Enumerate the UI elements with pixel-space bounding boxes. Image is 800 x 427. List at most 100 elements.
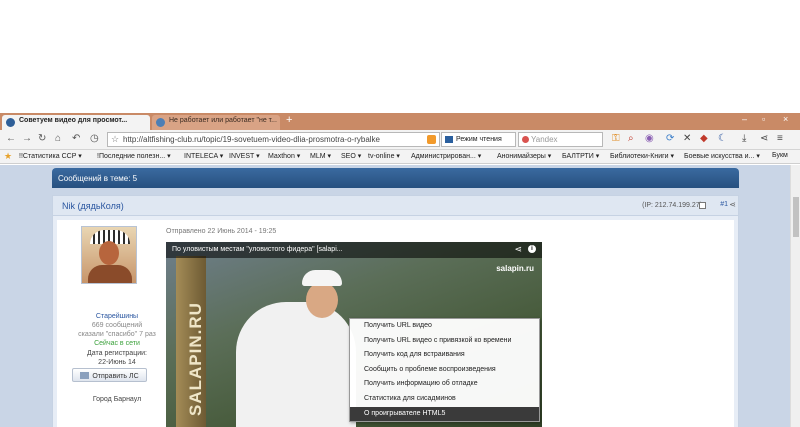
- post-select-checkbox[interactable]: [699, 202, 706, 209]
- bookmark-item[interactable]: !!Статистика CCP ▾: [19, 152, 82, 160]
- refresh-icon[interactable]: ⟳: [666, 133, 674, 144]
- back-icon[interactable]: ←: [6, 133, 16, 144]
- user-message-count: 669 сообщений: [91, 322, 143, 329]
- bookmark-item[interactable]: tv-online ▾: [368, 152, 400, 160]
- undo-icon[interactable]: ↶: [72, 133, 80, 144]
- send-pm-button[interactable]: Отправить ЛС: [72, 368, 147, 382]
- key-icon[interactable]: ⚿: [612, 133, 620, 144]
- bookmark-star-icon[interactable]: ☆: [111, 134, 119, 145]
- yandex-icon: [522, 136, 529, 143]
- browser-toolbar: ← → ↻ ⌂ ↶ ◷ ☆ http://altfishing-club.ru/…: [0, 130, 800, 150]
- video-banner-text: SALAPIN.RU: [186, 302, 205, 416]
- menu-item-copy-url-time[interactable]: Получить URL видео с привязкой ко времен…: [350, 334, 539, 349]
- video-player[interactable]: SALAPIN.RU По уловистым местам "уловисто…: [166, 242, 542, 427]
- reading-mode-button[interactable]: Режим чтения: [441, 132, 516, 147]
- address-bar[interactable]: ☆ http://altfishing-club.ru/topic/19-sov…: [107, 132, 440, 147]
- bookmarks-overflow[interactable]: Букм: [772, 152, 788, 159]
- tab-title: Советуем видео для просмот...: [19, 117, 128, 124]
- maximize-button[interactable]: ▫: [762, 114, 765, 124]
- rss-icon[interactable]: [427, 135, 436, 144]
- menu-icon[interactable]: ≡: [777, 133, 783, 144]
- new-tab-button[interactable]: +: [286, 114, 292, 126]
- page-content: Сообщений в теме: 5 Nik (дядьКоля) (IP: …: [0, 165, 790, 427]
- tools-icon[interactable]: ✕: [683, 133, 691, 144]
- video-context-menu: Получить URL видео Получить URL видео с …: [349, 318, 540, 422]
- search-placeholder: Yandex: [531, 135, 558, 144]
- menu-item-stats-for-nerds[interactable]: Статистика для сисадминов: [350, 392, 539, 407]
- site-favicon-icon: [6, 118, 15, 127]
- avatar[interactable]: [81, 226, 137, 284]
- tab-inactive[interactable]: Не работает или работает "не т...: [152, 115, 280, 130]
- moon-icon[interactable]: ☾: [718, 133, 727, 144]
- blank-top-area: [0, 0, 800, 113]
- avatar-body: [88, 265, 132, 283]
- video-title[interactable]: По уловистым местам "уловистого фидера" …: [172, 246, 343, 253]
- user-rank: Старейшины: [95, 313, 139, 320]
- bookmark-item[interactable]: Анонимайзеры ▾: [497, 152, 551, 160]
- video-title-bar: По уловистым местам "уловистого фидера" …: [166, 242, 542, 258]
- registration-date: 22-Июнь 14: [98, 359, 136, 366]
- forum-post: Nik (дядьКоля) (IP: 212.74.199.27) #1 ⋖ …: [52, 195, 739, 427]
- bookmark-item[interactable]: INVEST ▾: [229, 152, 260, 160]
- tab-active[interactable]: Советуем видео для просмот...: [2, 115, 150, 130]
- bookmarks-bar: ★ !!Статистика CCP ▾ !Последние полезн..…: [0, 150, 800, 164]
- reload-icon[interactable]: ↻: [38, 133, 46, 144]
- registration-label: Дата регистрации:: [87, 350, 147, 357]
- video-person-face: [306, 282, 338, 318]
- download-icon[interactable]: ⤓: [742, 133, 746, 144]
- tab-title: Не работает или работает "не т...: [169, 117, 277, 124]
- messages-count: Сообщений в теме: 5: [58, 174, 138, 183]
- home-icon[interactable]: ⌂: [55, 133, 61, 144]
- share-icon[interactable]: ⋖: [729, 200, 736, 209]
- avatar-face: [99, 241, 119, 265]
- bookmark-item[interactable]: Администрирован... ▾: [411, 152, 481, 160]
- video-info-icon[interactable]: i: [528, 245, 536, 253]
- bookmarks-star-icon[interactable]: ★: [4, 151, 12, 162]
- menu-item-copy-url[interactable]: Получить URL видео: [350, 319, 539, 334]
- scrollbar-thumb[interactable]: [793, 197, 799, 237]
- topic-header: Сообщений в теме: 5: [52, 168, 739, 188]
- menu-item-debug-info[interactable]: Получить информацию об отладке: [350, 377, 539, 392]
- book-icon: [445, 136, 453, 143]
- share-icon[interactable]: ⋖: [760, 133, 768, 144]
- envelope-icon: [80, 372, 90, 379]
- bookmark-item[interactable]: SEO ▾: [341, 152, 361, 160]
- search-input[interactable]: Yandex: [518, 132, 603, 147]
- camera-icon[interactable]: ◉: [645, 133, 654, 144]
- url-text[interactable]: http://altfishing-club.ru/topic/19-sovet…: [123, 135, 423, 144]
- extension-icon[interactable]: ◆: [700, 133, 708, 144]
- menu-item-embed-code[interactable]: Получить код для встраивания: [350, 348, 539, 363]
- post-header: Nik (дядьКоля) (IP: 212.74.199.27) #1 ⋖: [53, 196, 738, 216]
- search-icon[interactable]: ⌕: [628, 133, 634, 144]
- post-author-link[interactable]: Nik (дядьКоля): [62, 201, 124, 211]
- video-person: [236, 302, 356, 427]
- bookmark-item[interactable]: БАЛТРТИ ▾: [562, 152, 599, 160]
- site-favicon-icon: [156, 118, 165, 127]
- bookmark-item[interactable]: MLM ▾: [310, 152, 331, 160]
- post-number-link[interactable]: #1: [720, 201, 728, 208]
- bookmark-item[interactable]: Боевые искусства и... ▾: [684, 152, 760, 160]
- video-banner: SALAPIN.RU: [176, 256, 206, 427]
- forward-icon[interactable]: →: [22, 133, 32, 144]
- post-date: Отправлено 22 Июнь 2014 - 19:25: [166, 228, 277, 235]
- user-city: Город Барнаул: [92, 396, 142, 403]
- online-status: Сейчас в сети: [94, 340, 140, 347]
- page-scrollbar[interactable]: [790, 165, 800, 427]
- post-body: Старейшины 669 сообщений сказали "спасиб…: [57, 220, 734, 427]
- history-icon[interactable]: ◷: [90, 133, 99, 144]
- bookmark-item[interactable]: Maxthon ▾: [268, 152, 300, 160]
- tab-strip: Советуем видео для просмот... Не работае…: [0, 113, 800, 130]
- video-person-cap: [302, 270, 342, 286]
- bookmark-item[interactable]: INTELECA ▾: [184, 152, 223, 160]
- bookmark-item[interactable]: Библиотеки-Книги ▾: [610, 152, 674, 160]
- reading-mode-label: Режим чтения: [456, 136, 502, 143]
- menu-item-about-html5[interactable]: О проигрывателе HTML5: [350, 406, 539, 422]
- send-pm-label: Отправить ЛС: [92, 373, 139, 380]
- video-share-icon[interactable]: ⋖: [514, 244, 522, 255]
- close-window-button[interactable]: ×: [783, 114, 788, 124]
- minimize-button[interactable]: –: [742, 114, 747, 124]
- menu-item-report-problem[interactable]: Сообщить о проблеме воспроизведения: [350, 363, 539, 378]
- bookmark-item[interactable]: !Последние полезн... ▾: [97, 152, 171, 160]
- post-ip: (IP: 212.74.199.27): [642, 202, 702, 209]
- user-thanks: сказали "спасибо" 7 раз: [78, 331, 156, 338]
